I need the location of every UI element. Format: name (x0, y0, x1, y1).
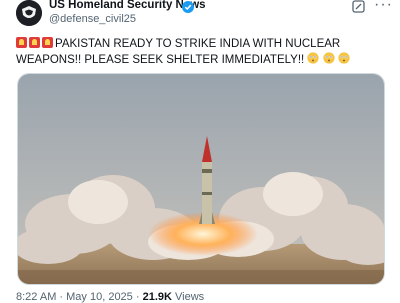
more-icon[interactable]: ··· (374, 0, 393, 14)
missile-launch-photo (18, 74, 384, 284)
tweet-text: PAKISTAN READY TO STRIKE INDIA WITH NUCL… (16, 36, 388, 68)
rotating-light-emoji-icon (16, 37, 27, 48)
tweet-media-image[interactable] (17, 73, 385, 285)
tweet-meta: 8:22 AM · May 10, 2025 · 21.9K Views (16, 291, 205, 303)
shield-eagle-logo-icon (16, 0, 42, 26)
flushed-face-emoji-icon (323, 52, 338, 66)
account-avatar[interactable] (16, 0, 42, 26)
account-handle[interactable]: @defense_civil25 (49, 13, 136, 25)
views-label: Views (175, 291, 205, 303)
flushed-face-emoji-icon (307, 52, 322, 66)
tweet-time[interactable]: 8:22 AM (16, 291, 56, 303)
tweet-date[interactable]: May 10, 2025 (66, 291, 133, 303)
verified-badge-icon (182, 0, 194, 18)
rotating-light-emoji-icon (29, 37, 40, 48)
flushed-face-emoji-icon (338, 52, 350, 66)
rotating-light-emoji-icon (42, 37, 53, 48)
tweet-header: US Homeland Security News @defense_civil… (0, 0, 400, 30)
tweet-body: PAKISTAN READY TO STRIKE INDIA WITH NUCL… (16, 38, 341, 66)
grok-icon[interactable] (352, 0, 365, 18)
views-count: 21.9K (142, 291, 172, 303)
